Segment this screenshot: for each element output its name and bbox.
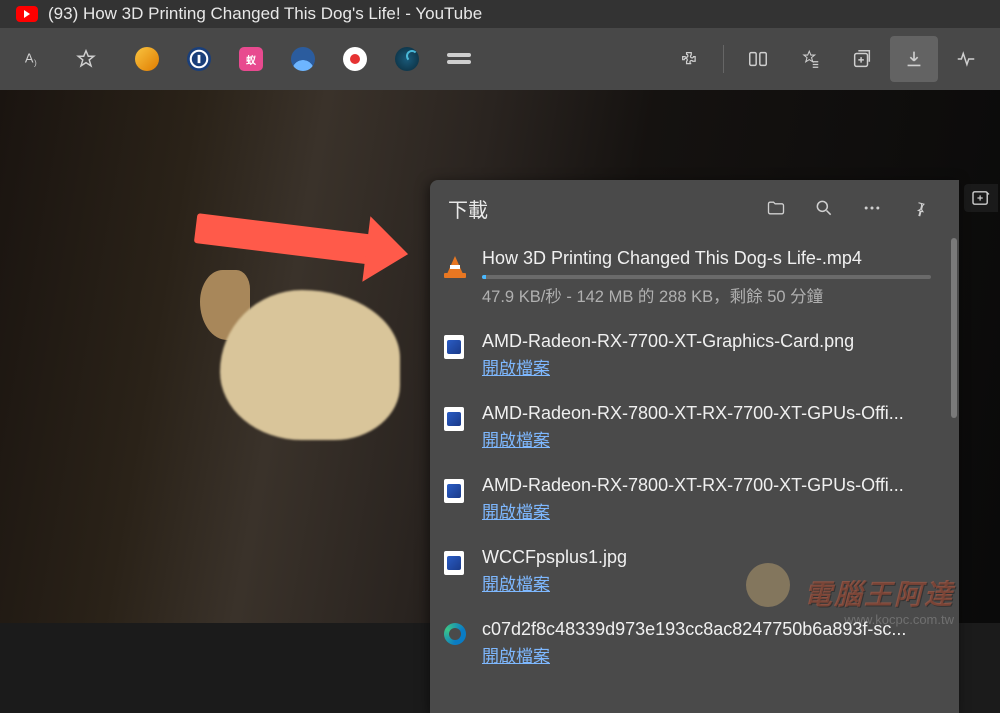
video-decoration	[220, 290, 400, 440]
search-downloads-button[interactable]	[803, 187, 845, 229]
image-file-icon	[444, 479, 468, 507]
tab-title: (93) How 3D Printing Changed This Dog's …	[48, 4, 482, 24]
annotation-arrow	[195, 224, 375, 254]
sliders-icon	[447, 53, 471, 65]
favorites-list-button[interactable]	[786, 36, 834, 82]
svg-text:): )	[34, 58, 37, 67]
read-aloud-button[interactable]: A)	[10, 36, 58, 82]
open-file-link[interactable]: 開啟檔案	[482, 498, 550, 523]
download-item[interactable]: c07d2f8c48339d973e193cc8ac8247750b6a893f…	[430, 607, 949, 679]
extension-vpn-button[interactable]	[279, 36, 327, 82]
record-icon	[343, 47, 367, 71]
split-screen-button[interactable]	[734, 36, 782, 82]
1password-icon	[187, 47, 211, 71]
download-item[interactable]: How 3D Printing Changed This Dog-s Life-…	[430, 236, 949, 319]
open-file-link[interactable]: 開啟檔案	[482, 426, 550, 451]
browser-toolbar: A) 蚁	[0, 28, 1000, 90]
extension-7-button[interactable]	[435, 36, 483, 82]
download-item[interactable]: AMD-Radeon-RX-7700-XT-Graphics-Card.png …	[430, 319, 949, 391]
download-filename: AMD-Radeon-RX-7700-XT-Graphics-Card.png	[482, 331, 931, 352]
image-file-icon	[444, 335, 468, 363]
download-item[interactable]: AMD-Radeon-RX-7800-XT-RX-7700-XT-GPUs-Of…	[430, 463, 949, 535]
extensions-button[interactable]	[665, 36, 713, 82]
open-downloads-folder-button[interactable]	[755, 187, 797, 229]
downloads-list: How 3D Printing Changed This Dog-s Life-…	[430, 236, 959, 713]
pin-downloads-button[interactable]	[899, 187, 941, 229]
download-item[interactable]: WCCFpsplus1.jpg 開啟檔案	[430, 535, 949, 607]
download-filename: c07d2f8c48339d973e193cc8ac8247750b6a893f…	[482, 619, 931, 640]
page-content: 下載 How 3D Printing Changed This Dog	[0, 90, 1000, 623]
svg-text:A: A	[25, 51, 34, 66]
download-filename: WCCFpsplus1.jpg	[482, 547, 931, 568]
downloads-scrollbar[interactable]	[951, 238, 957, 418]
performance-button[interactable]	[942, 36, 990, 82]
download-progress-bar	[482, 275, 931, 279]
downloads-panel: 下載 How 3D Printing Changed This Dog	[430, 180, 959, 713]
collections-button[interactable]	[838, 36, 886, 82]
downloads-more-button[interactable]	[851, 187, 893, 229]
open-file-link[interactable]: 開啟檔案	[482, 642, 550, 667]
favorite-button[interactable]	[62, 36, 110, 82]
vlc-icon	[444, 252, 468, 280]
open-file-link[interactable]: 開啟檔案	[482, 354, 550, 379]
extension-record-button[interactable]	[331, 36, 379, 82]
downloads-header: 下載	[430, 180, 959, 236]
vpn-arc-icon	[291, 47, 315, 71]
download-filename: AMD-Radeon-RX-7800-XT-RX-7700-XT-GPUs-Of…	[482, 475, 931, 496]
image-file-icon	[444, 551, 468, 579]
extension-translate-button[interactable]: 蚁	[227, 36, 275, 82]
download-status: 47.9 KB/秒 - 142 MB 的 288 KB，剩餘 50 分鐘	[482, 283, 931, 307]
toolbar-separator	[723, 45, 724, 73]
edge-file-icon	[444, 623, 468, 651]
swirl-icon	[395, 47, 419, 71]
youtube-icon	[16, 6, 38, 22]
open-file-link[interactable]: 開啟檔案	[482, 570, 550, 595]
downloads-button[interactable]	[890, 36, 938, 82]
download-item[interactable]: AMD-Radeon-RX-7800-XT-RX-7700-XT-GPUs-Of…	[430, 391, 949, 463]
downloads-title: 下載	[448, 194, 749, 223]
image-file-icon	[444, 407, 468, 435]
add-video-button[interactable]	[964, 184, 998, 212]
browser-tab-bar: (93) How 3D Printing Changed This Dog's …	[0, 0, 1000, 28]
extension-1password-button[interactable]	[175, 36, 223, 82]
download-filename: AMD-Radeon-RX-7800-XT-RX-7700-XT-GPUs-Of…	[482, 403, 931, 424]
translate-icon: 蚁	[239, 47, 263, 71]
orange-swirl-icon	[135, 47, 159, 71]
extension-1-button[interactable]	[123, 36, 171, 82]
download-filename: How 3D Printing Changed This Dog-s Life-…	[482, 248, 931, 269]
extension-6-button[interactable]	[383, 36, 431, 82]
